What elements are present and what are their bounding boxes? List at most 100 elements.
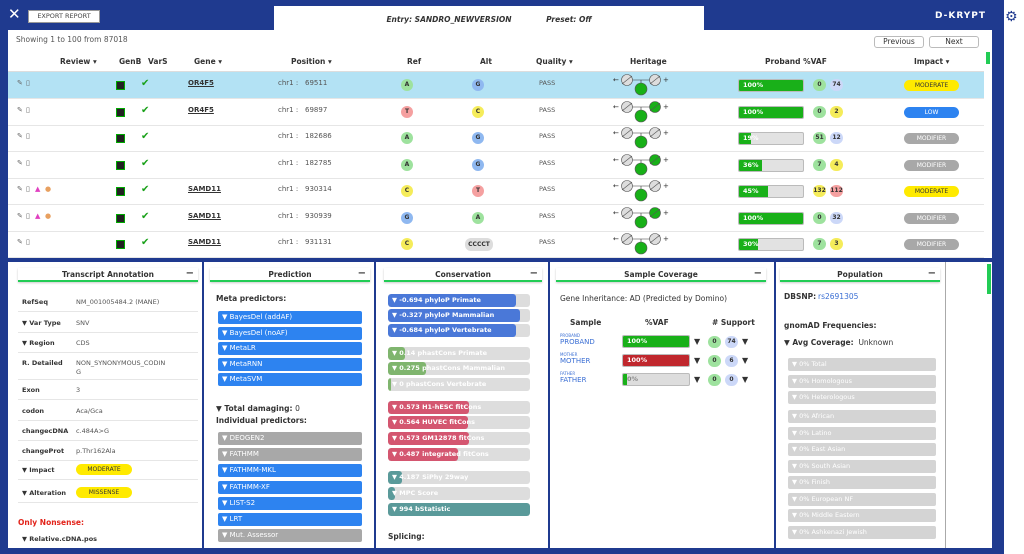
individual-predictor-button[interactable]: ▼ FATHMM-XF bbox=[218, 480, 362, 494]
individual-predictor-button[interactable]: ▼ Mut. Assessor bbox=[218, 529, 362, 543]
filter-icon[interactable]: ▼ bbox=[742, 356, 748, 365]
close-icon[interactable]: ✕ bbox=[8, 7, 21, 22]
scroll-thumb[interactable] bbox=[986, 52, 990, 64]
conservation-bar[interactable]: ▼ 0 phastCons Vertebrate bbox=[388, 378, 530, 391]
pin-icon[interactable]: ✎ bbox=[17, 159, 23, 167]
conservation-bar[interactable]: ▼ -0.694 phyloP Primate bbox=[388, 294, 530, 307]
transcript-key[interactable]: ▼ Var Type bbox=[22, 319, 61, 327]
filter-icon[interactable]: ▼ bbox=[742, 375, 748, 384]
conservation-bar[interactable]: ▼ -0.684 phyloP Vertebrate bbox=[388, 324, 530, 337]
population-frequency-button[interactable]: ▼ 0% Ashkenazi Jewish bbox=[788, 525, 936, 539]
genebank-icon[interactable] bbox=[116, 213, 125, 223]
transcript-key[interactable]: ▼ Region bbox=[22, 339, 55, 347]
population-frequency-button[interactable]: ▼ 0% Heterologous bbox=[788, 391, 936, 404]
individual-predictor-button[interactable]: ▼ LIST-S2 bbox=[218, 496, 362, 510]
meta-predictor-button[interactable]: ▼ MetaRNN bbox=[218, 357, 362, 371]
conservation-bar[interactable]: ▼ 0.487 integrated fitCons bbox=[388, 448, 530, 461]
column-header[interactable]: Quality ▾ bbox=[536, 57, 573, 66]
table-row[interactable]: ✎ ▯ ✔ SAMD11 chr1 :931131 C CCCCT PASS ← +30% 7 3 MO… bbox=[8, 231, 984, 258]
collapse-icon[interactable]: − bbox=[754, 267, 762, 281]
individual-predictor-button[interactable]: ▼ FATHMM-MKL bbox=[218, 464, 362, 478]
gene-link[interactable]: OR4F5 bbox=[188, 106, 214, 114]
genebank-icon[interactable] bbox=[116, 134, 125, 143]
gene-link[interactable]: SAMD11 bbox=[188, 238, 221, 246]
filter-icon[interactable]: ▼ bbox=[694, 375, 700, 384]
population-frequency-button[interactable]: ▼ 0% East Asian bbox=[788, 443, 936, 456]
pin-icon[interactable]: ✎ bbox=[17, 106, 23, 114]
genebank-icon[interactable] bbox=[116, 107, 125, 117]
column-header[interactable]: Review ▾ bbox=[60, 57, 97, 66]
collapse-icon[interactable]: − bbox=[186, 267, 194, 281]
gene-link[interactable]: SAMD11 bbox=[188, 212, 221, 220]
population-frequency-button[interactable]: ▼ 0% South Asian bbox=[788, 459, 936, 473]
document-icon[interactable]: ▯ bbox=[26, 79, 30, 87]
population-frequency-button[interactable]: ▼ 0% Middle Eastern bbox=[788, 509, 936, 522]
scroll-thumb[interactable] bbox=[987, 264, 991, 294]
table-row[interactable]: ✎ ▯ ▲ ● ✔ SAMD11 chr1 :930939 G A PASS ← +100% 0 32 MO… bbox=[8, 205, 984, 232]
relative-cdna-label[interactable]: ▼ Relative.cDNA.pos bbox=[22, 535, 97, 543]
individual-predictor-button[interactable]: ▼ DEOGEN2 bbox=[218, 432, 362, 445]
table-row[interactable]: ✎ ▯ ✔ chr1 :182785 A G PASS ← +36% 7 4 MODIFIER bbox=[8, 152, 984, 179]
document-icon[interactable]: ▯ bbox=[26, 159, 30, 167]
population-frequency-button[interactable]: ▼ 0% European NF bbox=[788, 492, 936, 506]
table-row[interactable]: ✎ ▯ ✔ OR4F5 chr1 :69897 T C PASS ← +100% 0 2 LOW bbox=[8, 99, 984, 126]
conservation-bar[interactable]: ▼ -0.327 phyloP Mammalian bbox=[388, 309, 530, 322]
individual-predictor-button[interactable]: ▼ LRT bbox=[218, 513, 362, 526]
meta-predictor-button[interactable]: ▼ BayesDel (addAF) bbox=[218, 311, 362, 324]
filter-icon[interactable]: ▼ bbox=[694, 356, 700, 365]
previous-button[interactable]: Previous bbox=[874, 36, 924, 48]
document-icon[interactable]: ▯ bbox=[26, 185, 30, 193]
conservation-bar[interactable]: ▼ 4.187 SiPhy 29way bbox=[388, 471, 530, 484]
meta-predictor-button[interactable]: ▼ MetaSVM bbox=[218, 373, 362, 386]
gene-link[interactable]: SAMD11 bbox=[188, 185, 221, 193]
genebank-icon[interactable] bbox=[116, 81, 125, 90]
export-report-button[interactable]: EXPORT REPORT bbox=[28, 10, 100, 23]
settings-gear-icon[interactable]: ⚙ bbox=[1005, 9, 1018, 25]
collapse-icon[interactable]: − bbox=[928, 267, 936, 281]
genebank-icon[interactable] bbox=[116, 240, 125, 249]
collapse-icon[interactable]: − bbox=[358, 267, 366, 281]
column-header[interactable]: Position ▾ bbox=[291, 57, 332, 66]
document-icon[interactable]: ▯ bbox=[26, 238, 30, 246]
pin-icon[interactable]: ✎ bbox=[17, 185, 23, 193]
collapse-icon[interactable]: − bbox=[530, 267, 538, 281]
conservation-bar[interactable]: ▼ MPC Score bbox=[388, 487, 530, 500]
meta-predictor-button[interactable]: ▼ MetaLR bbox=[218, 342, 362, 355]
population-frequency-button[interactable]: ▼ 0% Homologous bbox=[788, 374, 936, 388]
table-scrollbar[interactable] bbox=[984, 30, 992, 258]
gene-link[interactable]: OR4F5 bbox=[188, 79, 214, 87]
column-header[interactable]: Impact ▾ bbox=[914, 57, 949, 66]
conservation-bar[interactable]: ▼ 994 bStatistic bbox=[388, 503, 530, 516]
population-frequency-button[interactable]: ▼ 0% Total bbox=[788, 358, 936, 371]
document-icon[interactable]: ▯ bbox=[26, 132, 30, 140]
conservation-bar[interactable]: ▼ 0.573 GM12878 fitCons bbox=[388, 432, 530, 445]
conservation-bar[interactable]: ▼ 0.275 phastCons Mammalian bbox=[388, 362, 530, 375]
conservation-bar[interactable]: ▼ 0.564 HUVEC fitCons bbox=[388, 416, 530, 429]
conservation-bar[interactable]: ▼ 0.14 phastCons Primate bbox=[388, 347, 530, 360]
genebank-icon[interactable] bbox=[116, 187, 125, 196]
dbsnp-link[interactable]: rs2691305 bbox=[818, 292, 858, 301]
filter-icon[interactable]: ▼ bbox=[742, 337, 748, 346]
meta-predictor-button[interactable]: ▼ BayesDel (noAF) bbox=[218, 326, 362, 340]
pin-icon[interactable]: ✎ bbox=[17, 212, 23, 220]
document-icon[interactable]: ▯ bbox=[26, 106, 30, 114]
detail-scrollbar[interactable] bbox=[986, 262, 992, 548]
population-frequency-button[interactable]: ▼ 0% Finish bbox=[788, 476, 936, 489]
pin-icon[interactable]: ✎ bbox=[17, 79, 23, 87]
table-row[interactable]: ✎ ▯ ✔ OR4F5 chr1 :69511 A G PASS ← +100% 0 74 MODERA… bbox=[8, 72, 984, 99]
document-icon[interactable]: ▯ bbox=[26, 212, 30, 220]
genebank-icon[interactable] bbox=[116, 160, 125, 170]
population-frequency-button[interactable]: ▼ 0% Latino bbox=[788, 426, 936, 440]
pin-icon[interactable]: ✎ bbox=[17, 132, 23, 140]
filter-icon[interactable]: ▼ bbox=[694, 337, 700, 346]
table-row[interactable]: ✎ ▯ ▲ ● ✔ SAMD11 chr1 :930314 C T PASS ← +45% 132 112… bbox=[8, 178, 984, 205]
filter-icon-label[interactable]: ▼ Alteration bbox=[22, 489, 66, 497]
conservation-bar[interactable]: ▼ 0.573 H1-hESC fitCons bbox=[388, 401, 530, 414]
individual-predictor-button[interactable]: ▼ FATHMM bbox=[218, 448, 362, 462]
filter-icon-label[interactable]: ▼ Impact bbox=[22, 466, 54, 474]
pin-icon[interactable]: ✎ bbox=[17, 238, 23, 246]
column-header[interactable]: Gene ▾ bbox=[194, 57, 222, 66]
next-button[interactable]: Next bbox=[929, 36, 979, 48]
table-row[interactable]: ✎ ▯ ✔ chr1 :182686 A G PASS ← +19% 51 12 MODIFIER bbox=[8, 125, 984, 152]
population-frequency-button[interactable]: ▼ 0% African bbox=[788, 410, 936, 423]
